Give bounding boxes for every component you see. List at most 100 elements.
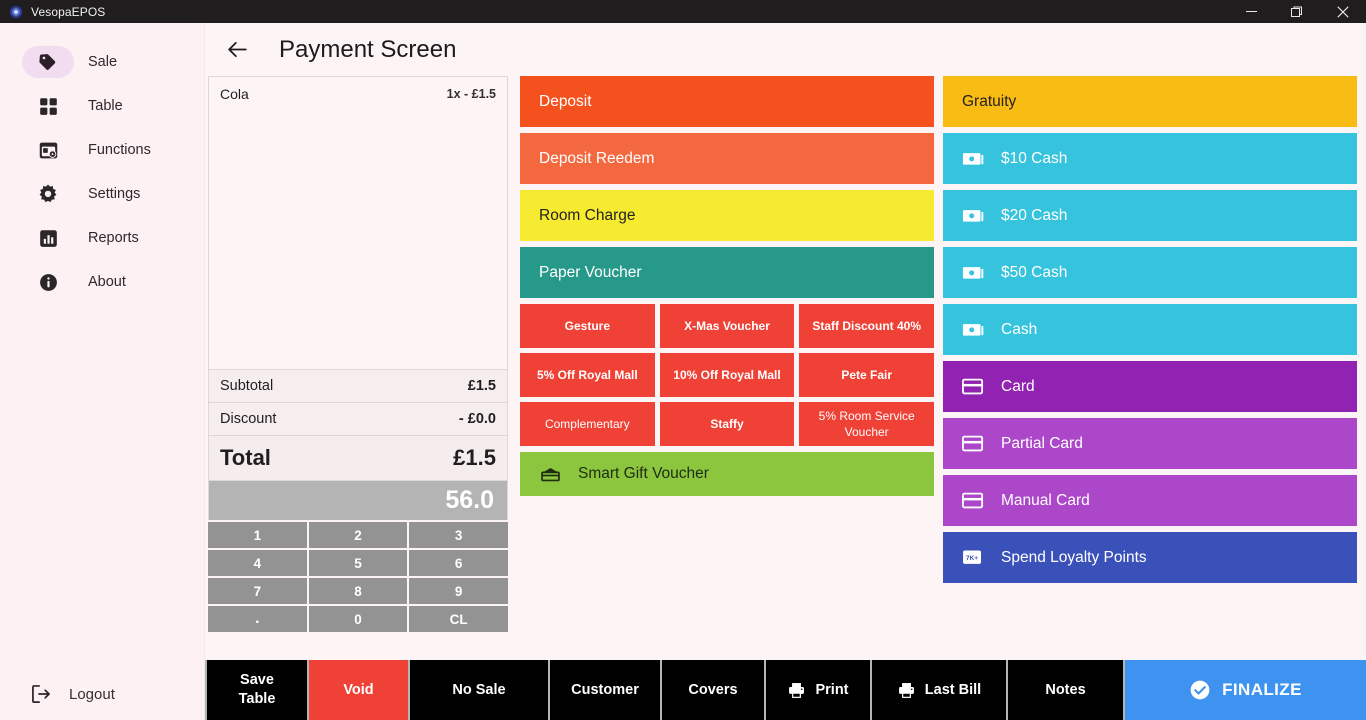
keypad-key-8[interactable]: 8: [308, 578, 408, 604]
finalize-label: FINALIZE: [1222, 679, 1302, 699]
voucher-button-staffy[interactable]: Staffy: [659, 402, 795, 446]
printer-icon: [897, 681, 916, 700]
reports-icon-pill: [22, 222, 74, 254]
void-label: Void: [343, 681, 374, 698]
payment-button-room-charge[interactable]: Room Charge: [520, 190, 934, 241]
payment-button-partial-card[interactable]: Partial Card: [943, 418, 1357, 469]
keypad-key-5[interactable]: 5: [308, 550, 408, 576]
about-icon-pill: [22, 266, 74, 298]
functions-icon: [38, 140, 59, 161]
sidebar-item-reports[interactable]: Reports: [0, 216, 204, 260]
order-line-item[interactable]: Cola 1x - £1.5: [209, 77, 507, 102]
keypad-key-7[interactable]: 7: [208, 578, 307, 604]
payment-button-label: $50 Cash: [1001, 263, 1068, 281]
payment-button-spend-loyalty-points[interactable]: 7K+ Spend Loyalty Points: [943, 532, 1357, 583]
bottom-action-bar: Save Table Void No Sale Customer Covers: [205, 660, 1366, 720]
voucher-button-xmas[interactable]: X-Mas Voucher: [659, 304, 795, 348]
logout-label: Logout: [69, 685, 115, 703]
grid-icon: [38, 96, 59, 117]
payment-button-gratuity[interactable]: Gratuity: [943, 76, 1357, 127]
printer-icon: [787, 681, 806, 700]
sidebar: Sale Table Functions Settings Reports Ab…: [0, 23, 205, 720]
sidebar-item-functions[interactable]: Functions: [0, 128, 204, 172]
last-bill-button[interactable]: Last Bill: [872, 660, 1006, 720]
customer-button[interactable]: Customer: [550, 660, 660, 720]
close-button[interactable]: [1320, 0, 1366, 23]
voucher-button-staff-discount[interactable]: Staff Discount 40%: [799, 304, 934, 348]
sidebar-item-sale[interactable]: Sale: [0, 40, 204, 84]
keypad-key-3[interactable]: 3: [409, 522, 508, 548]
voucher-button-gesture[interactable]: Gesture: [520, 304, 655, 348]
payment-button-50-cash[interactable]: $50 Cash: [943, 247, 1357, 298]
keypad-key-4[interactable]: 4: [208, 550, 307, 576]
cash-icon: [962, 206, 988, 225]
payment-button-label: $10 Cash: [1001, 149, 1068, 167]
keypad-key-clear[interactable]: CL: [409, 606, 508, 632]
sidebar-item-settings[interactable]: Settings: [0, 172, 204, 216]
payment-button-label: Gratuity: [962, 92, 1017, 110]
info-icon: [38, 272, 59, 293]
discount-value: - £0.0: [458, 411, 496, 427]
arrow-left-icon: [225, 37, 250, 62]
keypad-key-decimal[interactable]: .: [208, 606, 307, 632]
save-table-button[interactable]: Save Table: [207, 660, 307, 720]
payment-columns: Deposit Deposit Reedem Room Charge Paper…: [508, 76, 1366, 720]
keypad-key-6[interactable]: 6: [409, 550, 508, 576]
order-items-list[interactable]: Cola 1x - £1.5: [208, 76, 508, 369]
payment-button-label: Cash: [1001, 320, 1038, 338]
keypad-key-0[interactable]: 0: [308, 606, 408, 632]
order-item-qty-price: 1x - £1.5: [446, 87, 496, 101]
tag-icon: [37, 51, 59, 73]
keypad-key-1[interactable]: 1: [208, 522, 307, 548]
back-button[interactable]: [217, 30, 257, 70]
window-titlebar: VesopaEPOS: [0, 0, 1366, 23]
payment-button-card[interactable]: Card: [943, 361, 1357, 412]
logout-button[interactable]: Logout: [0, 668, 204, 720]
payment-button-deposit-redeem[interactable]: Deposit Reedem: [520, 133, 934, 184]
finalize-button[interactable]: FINALIZE: [1125, 660, 1366, 720]
sidebar-item-label: Functions: [88, 142, 151, 158]
minimize-button[interactable]: [1228, 0, 1274, 23]
voucher-button-room-service[interactable]: 5% Room Service Voucher: [799, 402, 934, 446]
gear-icon: [37, 183, 59, 205]
save-table-label: Save Table: [238, 672, 276, 707]
voucher-button-pete-fair[interactable]: Pete Fair: [799, 353, 934, 397]
print-button[interactable]: Print: [766, 660, 870, 720]
content-area: Cola 1x - £1.5 Subtotal £1.5 Discount - …: [205, 76, 1366, 720]
keypad-key-9[interactable]: 9: [409, 578, 508, 604]
payment-button-10-cash[interactable]: $10 Cash: [943, 133, 1357, 184]
payment-button-label: Smart Gift Voucher: [578, 465, 709, 482]
sidebar-item-table[interactable]: Table: [0, 84, 204, 128]
payment-button-label: Partial Card: [1001, 434, 1083, 452]
payment-button-label: Deposit Reedem: [539, 149, 655, 167]
card-icon: [962, 435, 988, 453]
payment-button-manual-card[interactable]: Manual Card: [943, 475, 1357, 526]
payment-button-label: Card: [1001, 377, 1035, 395]
voucher-button-5-off-royal-mall[interactable]: 5% Off Royal Mall: [520, 353, 655, 397]
void-button[interactable]: Void: [309, 660, 408, 720]
payment-button-deposit[interactable]: Deposit: [520, 76, 934, 127]
app-window: VesopaEPOS Sale Table Functions Settings…: [0, 0, 1366, 720]
payment-button-cash[interactable]: Cash: [943, 304, 1357, 355]
no-sale-button[interactable]: No Sale: [410, 660, 548, 720]
sidebar-item-about[interactable]: About: [0, 260, 204, 304]
sidebar-item-label: Settings: [88, 186, 141, 202]
payment-button-20-cash[interactable]: $20 Cash: [943, 190, 1357, 241]
keypad-key-2[interactable]: 2: [308, 522, 408, 548]
app-logo-icon: [7, 5, 25, 19]
notes-label: Notes: [1045, 681, 1086, 698]
payment-button-smart-gift-voucher[interactable]: Smart Gift Voucher: [520, 452, 934, 496]
voucher-button-complementary[interactable]: Complementary: [520, 402, 655, 446]
covers-label: Covers: [688, 681, 738, 698]
maximize-button[interactable]: [1274, 0, 1320, 23]
cash-icon: [962, 263, 988, 282]
app-title: VesopaEPOS: [31, 4, 106, 19]
card-icon: [962, 378, 988, 396]
notes-button[interactable]: Notes: [1008, 660, 1123, 720]
payment-button-paper-voucher[interactable]: Paper Voucher: [520, 247, 934, 298]
amount-entry-display: 56.0: [208, 480, 508, 520]
covers-button[interactable]: Covers: [662, 660, 764, 720]
voucher-button-10-off-royal-mall[interactable]: 10% Off Royal Mall: [659, 353, 795, 397]
total-row: Total £1.5: [208, 435, 508, 480]
